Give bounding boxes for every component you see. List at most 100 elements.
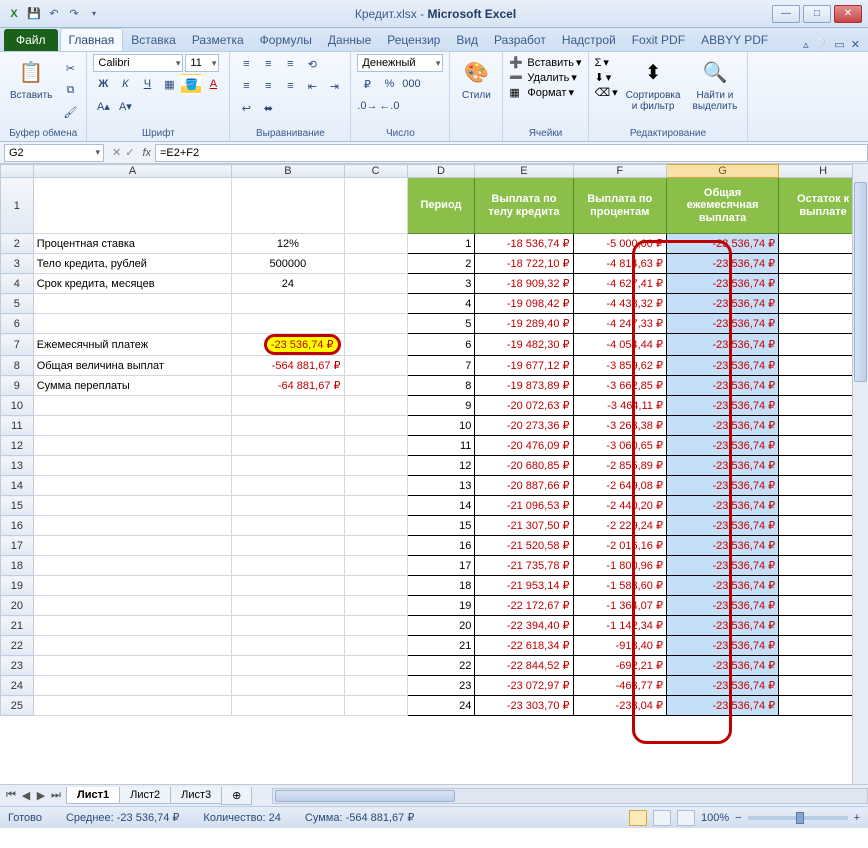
cell-B5[interactable] xyxy=(232,294,344,314)
cell-C25[interactable] xyxy=(344,696,407,716)
cell-D10[interactable]: 9 xyxy=(407,396,475,416)
cell-F9[interactable]: -3 662,85 ₽ xyxy=(573,376,666,396)
vertical-scrollbar[interactable] xyxy=(852,164,868,784)
cell-A25[interactable] xyxy=(33,696,232,716)
wrap-text-icon[interactable]: ↩ xyxy=(236,98,256,118)
tab-review[interactable]: Рецензир xyxy=(379,29,448,51)
cell-B20[interactable] xyxy=(232,596,344,616)
cell-A21[interactable] xyxy=(33,616,232,636)
cell-F15[interactable]: -2 440,20 ₽ xyxy=(573,496,666,516)
tab-home[interactable]: Главная xyxy=(60,28,124,51)
cell-A15[interactable] xyxy=(33,496,232,516)
column-header-C[interactable]: C xyxy=(344,165,407,178)
cell-E14[interactable]: -20 887,66 ₽ xyxy=(475,476,573,496)
minimize-ribbon-icon[interactable]: ▵ xyxy=(803,38,809,51)
cell-G13[interactable]: -23 536,74 ₽ xyxy=(666,456,778,476)
cell-C21[interactable] xyxy=(344,616,407,636)
ribbon-close-icon[interactable]: ✕ xyxy=(851,38,860,51)
maximize-button[interactable]: □ xyxy=(803,5,831,23)
cell-C17[interactable] xyxy=(344,536,407,556)
number-format-select[interactable]: Денежный xyxy=(357,54,443,72)
cell-C10[interactable] xyxy=(344,396,407,416)
cell-A4[interactable]: Срок кредита, месяцев xyxy=(33,274,232,294)
cell-B3[interactable]: 500000 xyxy=(232,254,344,274)
cell-D1[interactable]: Период xyxy=(407,178,475,234)
zoom-in-button[interactable]: + xyxy=(854,812,860,824)
cell-D3[interactable]: 2 xyxy=(407,254,475,274)
cell-B14[interactable] xyxy=(232,476,344,496)
redo-icon[interactable]: ↷ xyxy=(66,6,82,22)
cell-G11[interactable]: -23 536,74 ₽ xyxy=(666,416,778,436)
cell-C18[interactable] xyxy=(344,556,407,576)
cell-D9[interactable]: 8 xyxy=(407,376,475,396)
fx-icon[interactable]: fx xyxy=(138,147,155,159)
cell-G24[interactable]: -23 536,74 ₽ xyxy=(666,676,778,696)
cell-G22[interactable]: -23 536,74 ₽ xyxy=(666,636,778,656)
cell-A8[interactable]: Общая величина выплат xyxy=(33,356,232,376)
tab-formulas[interactable]: Формулы xyxy=(252,29,320,51)
cell-B8[interactable]: -564 881,67 ₽ xyxy=(232,356,344,376)
cell-G2[interactable]: -23 536,74 ₽ xyxy=(666,234,778,254)
cell-A9[interactable]: Сумма переплаты xyxy=(33,376,232,396)
cell-F21[interactable]: -1 142,34 ₽ xyxy=(573,616,666,636)
cell-C8[interactable] xyxy=(344,356,407,376)
worksheet-grid[interactable]: ABCDEFGH 1ПериодВыплата по телу кредитаВ… xyxy=(0,164,868,784)
cell-A24[interactable] xyxy=(33,676,232,696)
cell-D6[interactable]: 5 xyxy=(407,314,475,334)
cell-B16[interactable] xyxy=(232,516,344,536)
cell-A17[interactable] xyxy=(33,536,232,556)
view-page-break-button[interactable] xyxy=(677,810,695,826)
cell-G16[interactable]: -23 536,74 ₽ xyxy=(666,516,778,536)
row-header-8[interactable]: 8 xyxy=(1,356,34,376)
cell-A5[interactable] xyxy=(33,294,232,314)
cell-G1[interactable]: Общая ежемесячная выплата xyxy=(666,178,778,234)
cell-G19[interactable]: -23 536,74 ₽ xyxy=(666,576,778,596)
cell-C9[interactable] xyxy=(344,376,407,396)
cell-C4[interactable] xyxy=(344,274,407,294)
cell-G21[interactable]: -23 536,74 ₽ xyxy=(666,616,778,636)
cell-B21[interactable] xyxy=(232,616,344,636)
cell-E11[interactable]: -20 273,36 ₽ xyxy=(475,416,573,436)
row-header-7[interactable]: 7 xyxy=(1,334,34,356)
cell-B19[interactable] xyxy=(232,576,344,596)
percent-icon[interactable]: % xyxy=(379,74,399,94)
merge-icon[interactable]: ⬌ xyxy=(258,98,278,118)
tab-data[interactable]: Данные xyxy=(320,29,379,51)
cell-C16[interactable] xyxy=(344,516,407,536)
cell-C7[interactable] xyxy=(344,334,407,356)
enter-formula-icon[interactable]: ✓ xyxy=(125,146,134,159)
bold-button[interactable]: Ж xyxy=(93,74,113,94)
row-header-1[interactable]: 1 xyxy=(1,178,34,234)
cell-F19[interactable]: -1 583,60 ₽ xyxy=(573,576,666,596)
row-header-23[interactable]: 23 xyxy=(1,656,34,676)
cell-D15[interactable]: 14 xyxy=(407,496,475,516)
formula-input[interactable]: =E2+F2 xyxy=(155,144,868,162)
cell-F8[interactable]: -3 859,62 ₽ xyxy=(573,356,666,376)
row-header-22[interactable]: 22 xyxy=(1,636,34,656)
border-button[interactable]: ▦ xyxy=(159,74,179,94)
row-header-13[interactable]: 13 xyxy=(1,456,34,476)
cell-A2[interactable]: Процентная ставка xyxy=(33,234,232,254)
row-header-19[interactable]: 19 xyxy=(1,576,34,596)
cell-C2[interactable] xyxy=(344,234,407,254)
cell-C19[interactable] xyxy=(344,576,407,596)
row-header-21[interactable]: 21 xyxy=(1,616,34,636)
decrease-indent-icon[interactable]: ⇤ xyxy=(302,76,322,96)
comma-icon[interactable]: 000 xyxy=(401,74,421,94)
sheet-tab-2[interactable]: Лист2 xyxy=(119,787,171,804)
align-center-icon[interactable]: ≡ xyxy=(258,76,278,96)
find-select-button[interactable]: 🔍 Найти и выделить xyxy=(689,54,742,114)
cell-D2[interactable]: 1 xyxy=(407,234,475,254)
view-page-layout-button[interactable] xyxy=(653,810,671,826)
cell-E3[interactable]: -18 722,10 ₽ xyxy=(475,254,573,274)
cell-F2[interactable]: -5 000,00 ₽ xyxy=(573,234,666,254)
cell-F18[interactable]: -1 800,96 ₽ xyxy=(573,556,666,576)
row-header-16[interactable]: 16 xyxy=(1,516,34,536)
cell-D18[interactable]: 17 xyxy=(407,556,475,576)
column-header-E[interactable]: E xyxy=(475,165,573,178)
autosum-button[interactable]: Σ ▾ xyxy=(595,56,618,69)
tab-addins[interactable]: Надстрой xyxy=(554,29,624,51)
cell-D23[interactable]: 22 xyxy=(407,656,475,676)
row-header-14[interactable]: 14 xyxy=(1,476,34,496)
cell-G14[interactable]: -23 536,74 ₽ xyxy=(666,476,778,496)
